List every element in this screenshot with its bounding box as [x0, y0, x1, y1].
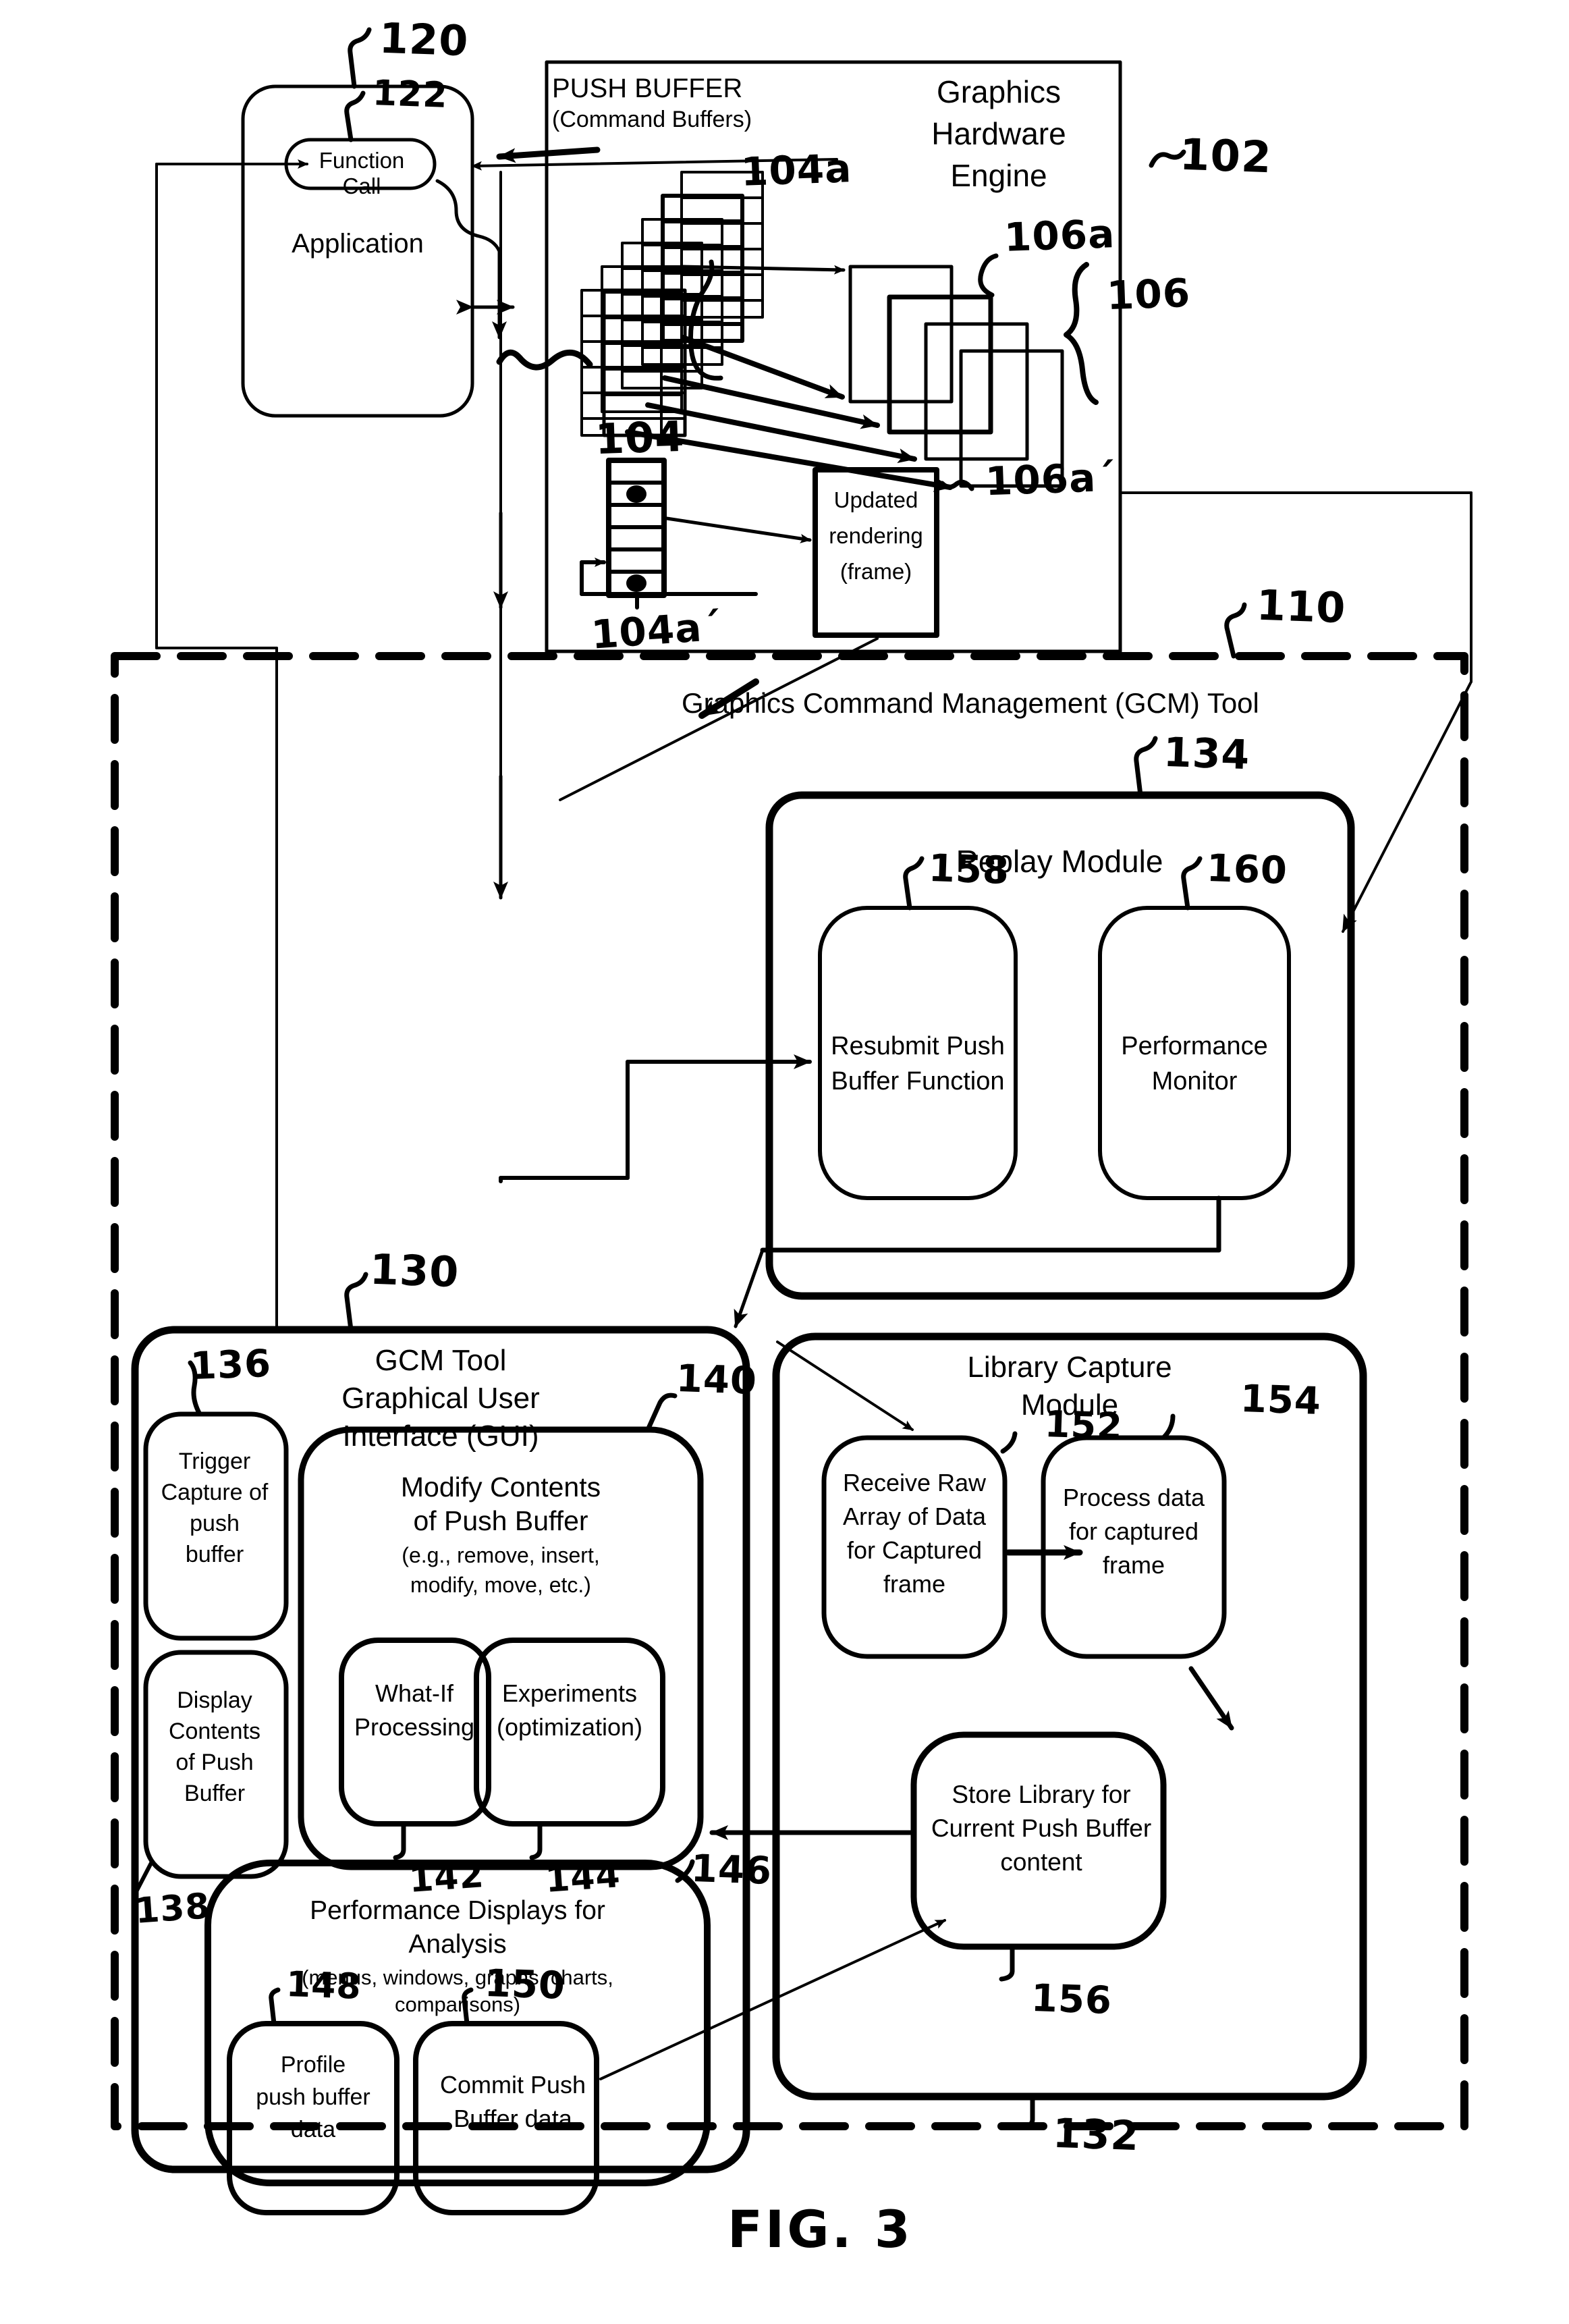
diagram-lines [111, 27, 1472, 2215]
performance-monitor-line2: Monitor [1151, 1067, 1238, 1096]
ref-120: 120 [378, 13, 470, 66]
ref-152: 152 [1043, 1402, 1124, 1449]
function-call-label: Function Call [319, 148, 405, 199]
gcm-tool-title: Graphics Command Management (GCM) Tool [682, 687, 1259, 719]
performance-displays-line1: Performance Displays for [310, 1896, 605, 1925]
ref-158: 158 [927, 846, 1011, 894]
modify-contents-line2: of Push Buffer [413, 1505, 588, 1536]
ref-106a-prime: 106a´ [984, 454, 1118, 505]
ref-104: 104 [594, 411, 686, 464]
updated-rendering-line1: Updated [833, 487, 918, 512]
ref-156: 156 [1030, 1976, 1113, 2024]
profile-push-buffer-data-line2: push buffer [256, 2084, 370, 2110]
experiments-line2: (optimization) [496, 1713, 643, 1741]
display-contents-line1: Display [177, 1687, 252, 1713]
ref-104a: 104a [740, 145, 853, 195]
ref-150: 150 [483, 1961, 567, 2009]
figure-caption: FIG. 3 [727, 2199, 913, 2259]
display-contents-line2: Contents [168, 1719, 261, 1744]
push-buffer-title: PUSH BUFFER [552, 74, 743, 103]
updated-rendering-line3: (frame) [839, 559, 912, 584]
process-data-line3: frame [1102, 1551, 1165, 1579]
ghe-title-line3: Engine [950, 158, 1047, 193]
ref-102: 102 [1178, 130, 1273, 184]
ref-144: 144 [544, 1855, 622, 1901]
receive-raw-array-line1: Receive Raw [842, 1469, 987, 1496]
process-data-line1: Process data [1062, 1484, 1205, 1511]
resubmit-push-buffer-function-line2: Buffer Function [831, 1067, 1005, 1096]
trigger-capture-line3: push [190, 1511, 240, 1536]
receive-raw-array-line4: frame [883, 1570, 946, 1598]
profile-push-buffer-data-line3: data [290, 2117, 336, 2142]
modify-contents-line1: Modify Contents [400, 1471, 601, 1503]
ref-106a: 106a [1003, 211, 1116, 261]
ref-106: 106 [1105, 269, 1192, 319]
ref-134: 134 [1162, 728, 1251, 780]
ref-132: 132 [1051, 2109, 1140, 2161]
display-contents-line4: Buffer [184, 1781, 246, 1806]
trigger-capture-line4: buffer [185, 1542, 244, 1567]
ghe-title-line1: Graphics [936, 74, 1062, 109]
trigger-capture-line1: Trigger [178, 1449, 251, 1474]
profile-push-buffer-data-line1: Profile [280, 2052, 346, 2078]
updated-rendering-line2: rendering [829, 523, 923, 548]
patent-figure-canvas: Application Function Call 120 122 PUSH B… [0, 0, 1569, 2324]
ref-138: 138 [134, 1886, 212, 1932]
ref-146: 146 [690, 1846, 773, 1894]
store-library-line2: Current Push Buffer [931, 1814, 1152, 1842]
receive-raw-array-line2: Array of Data [842, 1503, 987, 1530]
ref-140: 140 [675, 1356, 759, 1404]
ghe-title-line2: Hardware [931, 116, 1066, 151]
ref-122: 122 [371, 73, 449, 116]
modify-contents-note1: (e.g., remove, insert, [402, 1543, 600, 1567]
ref-160: 160 [1205, 846, 1289, 894]
performance-monitor-line1: Performance [1121, 1032, 1268, 1060]
ref-110: 110 [1255, 580, 1347, 633]
ref-142: 142 [408, 1855, 486, 1901]
receive-raw-array-line3: for Captured [846, 1536, 983, 1564]
what-if-line1: What-If [375, 1679, 453, 1707]
ref-148: 148 [285, 1964, 362, 2007]
store-library-line3: content [1000, 1848, 1082, 1876]
store-library-line1: Store Library for [952, 1781, 1131, 1808]
commit-push-buffer-data-line1: Commit Push [439, 2071, 586, 2099]
resubmit-push-buffer-function-line1: Resubmit Push [831, 1032, 1005, 1060]
ref-104a-prime: 104a´ [589, 603, 724, 658]
push-buffer-subtitle: (Command Buffers) [552, 107, 752, 132]
ref-130: 130 [368, 1244, 460, 1297]
trigger-capture-line2: Capture of [161, 1480, 269, 1505]
process-data-line2: for captured [1068, 1517, 1199, 1545]
commit-push-buffer-data-line2: Buffer data [453, 2105, 572, 2132]
ref-154: 154 [1239, 1376, 1323, 1424]
application-label: Application [292, 229, 424, 259]
experiments-line1: Experiments [501, 1679, 638, 1707]
ref-136: 136 [189, 1341, 273, 1389]
modify-contents-note2: modify, move, etc.) [410, 1573, 591, 1597]
performance-displays-line2: Analysis [408, 1930, 507, 1959]
display-contents-line3: of Push [175, 1750, 254, 1775]
